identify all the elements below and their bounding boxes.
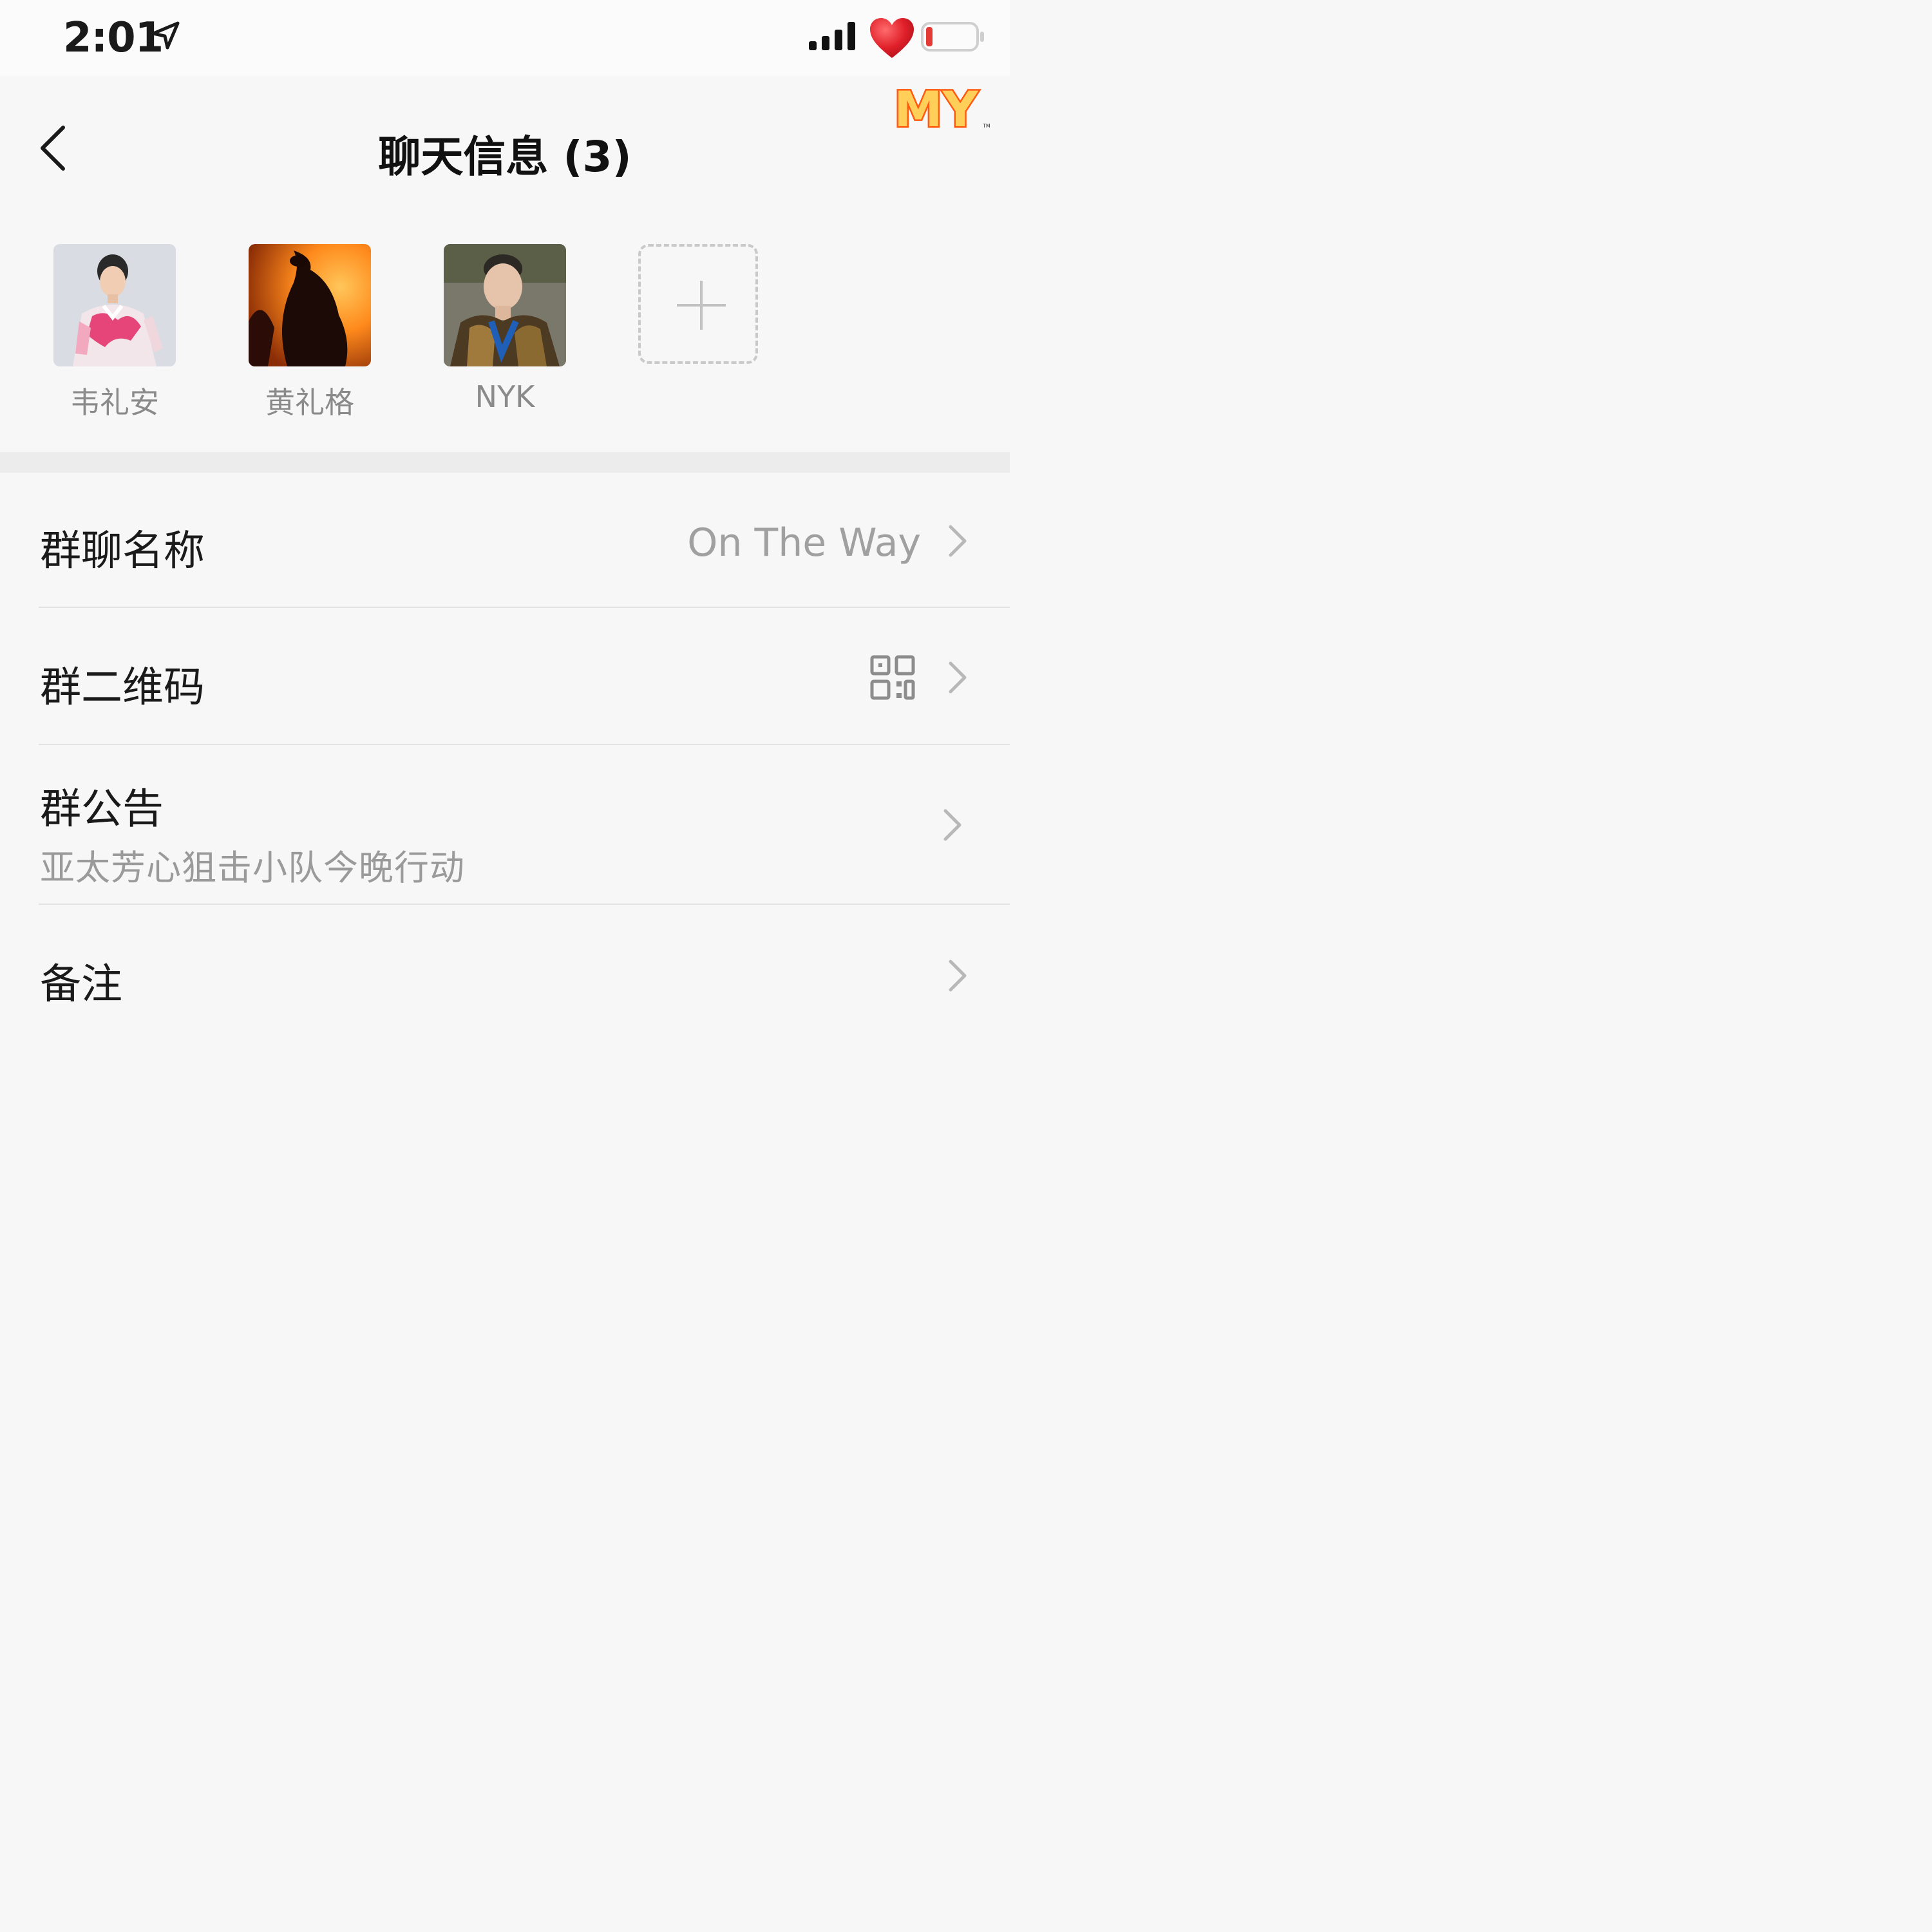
group-announcement-text: 亚太芳心狙击小队今晚行动 xyxy=(40,848,465,888)
member-item[interactable]: 黄礼格 xyxy=(248,244,372,422)
qr-code-icon[interactable] xyxy=(869,654,916,701)
remark-row[interactable]: 备注 xyxy=(0,905,1010,1010)
member-item[interactable]: NYK xyxy=(443,244,567,414)
chevron-right-icon xyxy=(949,525,967,557)
member-name: 黄礼格 xyxy=(265,385,354,420)
section-divider xyxy=(0,452,1010,473)
chevron-right-icon xyxy=(943,809,961,841)
remark-label: 备注 xyxy=(40,961,122,1009)
group-qr-row[interactable]: 群二维码 xyxy=(0,608,1010,744)
heart-icon xyxy=(870,18,914,58)
location-arrow-icon xyxy=(151,21,180,50)
svg-text:TM: TM xyxy=(982,123,990,129)
status-time: 2:01 xyxy=(63,14,164,62)
avatar[interactable] xyxy=(444,244,566,366)
member-name: NYK xyxy=(475,379,535,414)
member-item[interactable]: 韦礼安 xyxy=(53,244,176,422)
group-name-label: 群聊名称 xyxy=(40,527,205,575)
signal-icon xyxy=(809,22,855,50)
member-name: 韦礼安 xyxy=(70,385,159,420)
add-member-button[interactable] xyxy=(638,244,758,364)
my-sticker: MY TM xyxy=(893,80,990,137)
group-name-value: On The Way xyxy=(687,520,921,565)
chevron-right-icon xyxy=(949,661,967,694)
battery-icon xyxy=(921,22,984,52)
avatar[interactable] xyxy=(249,244,371,366)
svg-text:MY: MY xyxy=(894,80,979,137)
page-title: 聊天信息 (3) xyxy=(378,132,632,182)
avatar[interactable] xyxy=(53,244,176,366)
group-name-row[interactable]: 群聊名称 On The Way xyxy=(0,473,1010,608)
group-announcement-row[interactable]: 群公告 亚太芳心狙击小队今晚行动 xyxy=(0,745,1010,904)
group-qr-label: 群二维码 xyxy=(40,664,205,712)
status-bar: 2:01 xyxy=(0,0,1010,76)
chevron-right-icon xyxy=(949,960,967,992)
group-announcement-label: 群公告 xyxy=(40,786,164,833)
